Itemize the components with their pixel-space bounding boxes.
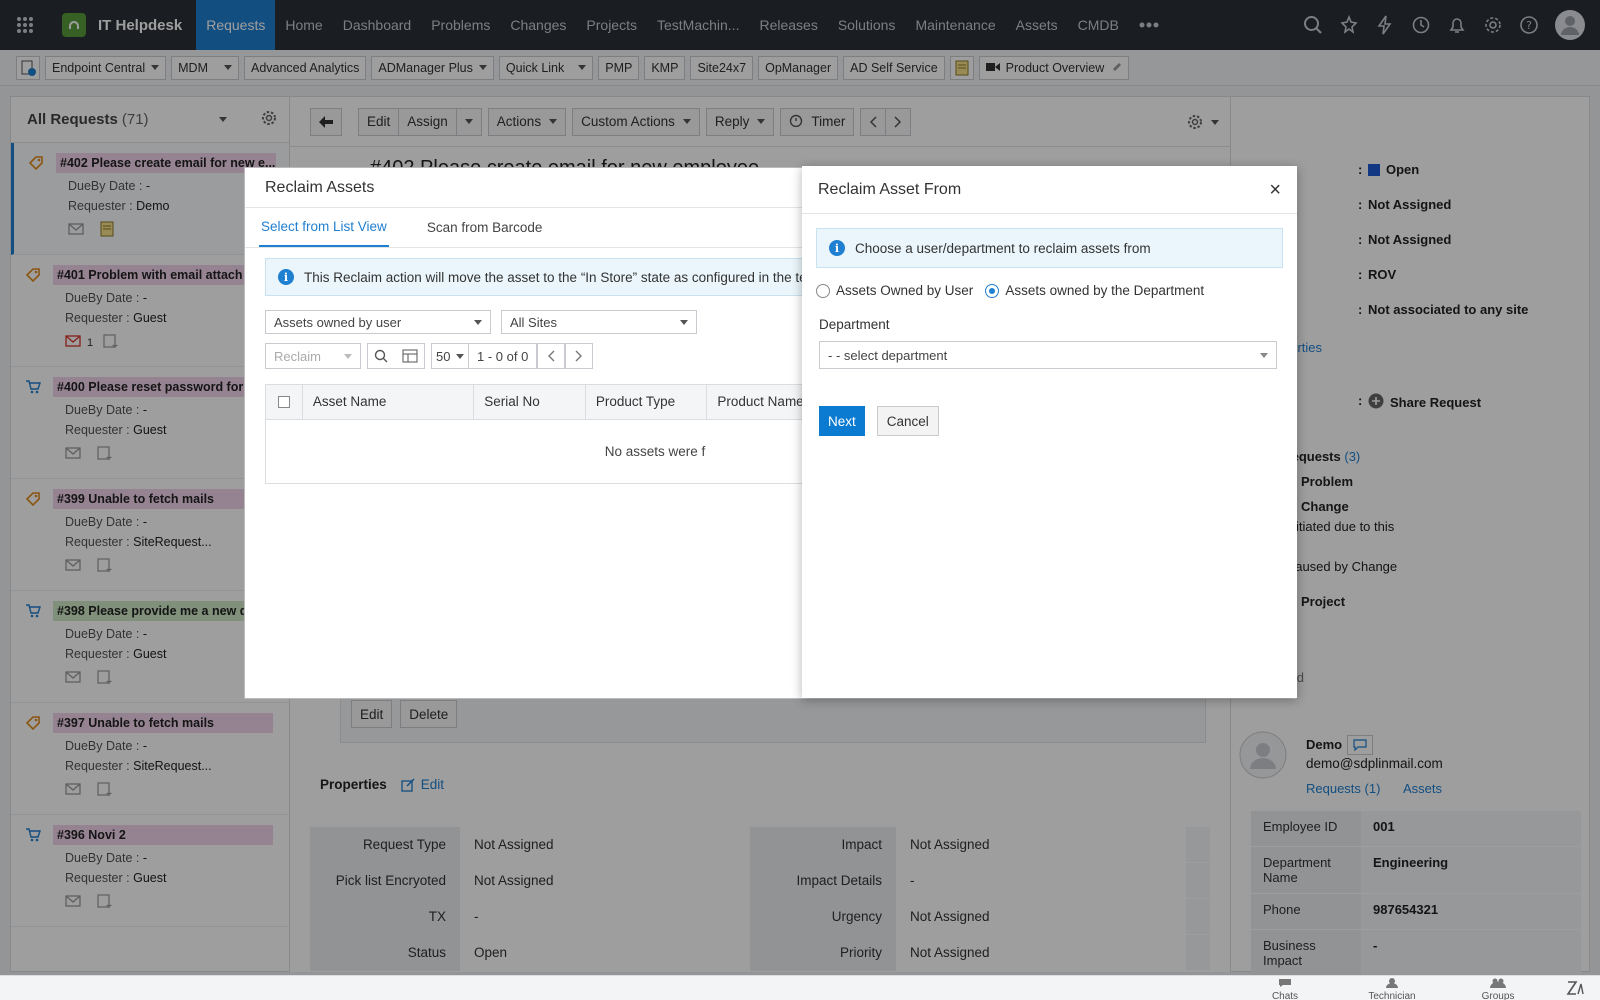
- select-all-checkbox[interactable]: [266, 396, 302, 408]
- radio-assets-owned-by-department-label[interactable]: Assets owned by the Department: [1005, 283, 1204, 298]
- close-icon[interactable]: ×: [1269, 180, 1281, 200]
- group-icon: [1490, 978, 1506, 988]
- search-icon[interactable]: [367, 343, 425, 369]
- column-serial-no[interactable]: Serial No: [473, 384, 585, 420]
- asset-table-header: Asset Name Serial No Product Type Produc…: [265, 384, 825, 420]
- radio-assets-owned-by-department[interactable]: [985, 283, 1000, 298]
- radio-assets-owned-by-user-label[interactable]: Assets Owned by User: [836, 283, 973, 298]
- column-chooser-icon: [402, 349, 418, 363]
- next-page-icon[interactable]: [565, 343, 594, 369]
- technician-button[interactable]: Technician: [1362, 978, 1422, 1000]
- department-label: Department: [819, 317, 890, 332]
- page-size-select[interactable]: 50: [431, 343, 469, 369]
- reclaim-list-toolbar: Reclaim 50 1 - 0 of 0: [265, 343, 594, 369]
- column-product-type[interactable]: Product Type: [584, 384, 707, 420]
- radio-assets-owned-by-user[interactable]: [816, 283, 830, 298]
- prev-page-icon[interactable]: [537, 343, 566, 369]
- modal-actions: Next Cancel: [819, 406, 939, 436]
- person-icon: [1386, 978, 1398, 988]
- info-icon: i: [278, 269, 294, 285]
- reclaim-button[interactable]: Reclaim: [265, 343, 361, 369]
- column-asset-name[interactable]: Asset Name: [301, 384, 473, 420]
- reclaim-asset-from-modal: Reclaim Asset From × i Choose a user/dep…: [802, 166, 1297, 698]
- owned-by-select[interactable]: Assets owned by user: [265, 310, 491, 334]
- modal-title: Reclaim Asset From: [818, 180, 962, 198]
- chevron-down-icon: [680, 319, 688, 325]
- modal-header: Reclaim Asset From ×: [802, 166, 1297, 214]
- chevron-down-icon: [474, 319, 482, 325]
- next-button[interactable]: Next: [819, 406, 865, 436]
- tab-scan-from-barcode[interactable]: Scan from Barcode: [425, 208, 545, 247]
- chevron-down-icon: [344, 353, 352, 359]
- chevron-down-icon: [1260, 352, 1268, 358]
- reclaim-info-banner: i This Reclaim action will move the asse…: [265, 258, 825, 296]
- pagination-range: 1 - 0 of 0: [469, 343, 538, 369]
- chat-icon: [1279, 979, 1291, 987]
- zia-icon[interactable]: [1566, 980, 1584, 999]
- department-select[interactable]: - - select department: [819, 341, 1277, 369]
- chats-button[interactable]: Chats: [1255, 978, 1315, 1000]
- info-icon: i: [829, 240, 845, 256]
- cancel-button[interactable]: Cancel: [876, 406, 939, 436]
- site-select[interactable]: All Sites: [501, 310, 697, 334]
- modal-info-banner: i Choose a user/department to reclaim as…: [816, 228, 1283, 268]
- tab-select-from-list-view[interactable]: Select from List View: [259, 208, 389, 247]
- asset-table-empty: No assets were f: [265, 420, 825, 484]
- reclaim-source-options: Assets Owned by User Assets owned by the…: [816, 283, 1204, 298]
- groups-button[interactable]: Groups: [1468, 978, 1528, 1000]
- bottom-chat-bar: Chats Technician Groups: [0, 975, 1600, 1000]
- chevron-down-icon: [456, 353, 464, 359]
